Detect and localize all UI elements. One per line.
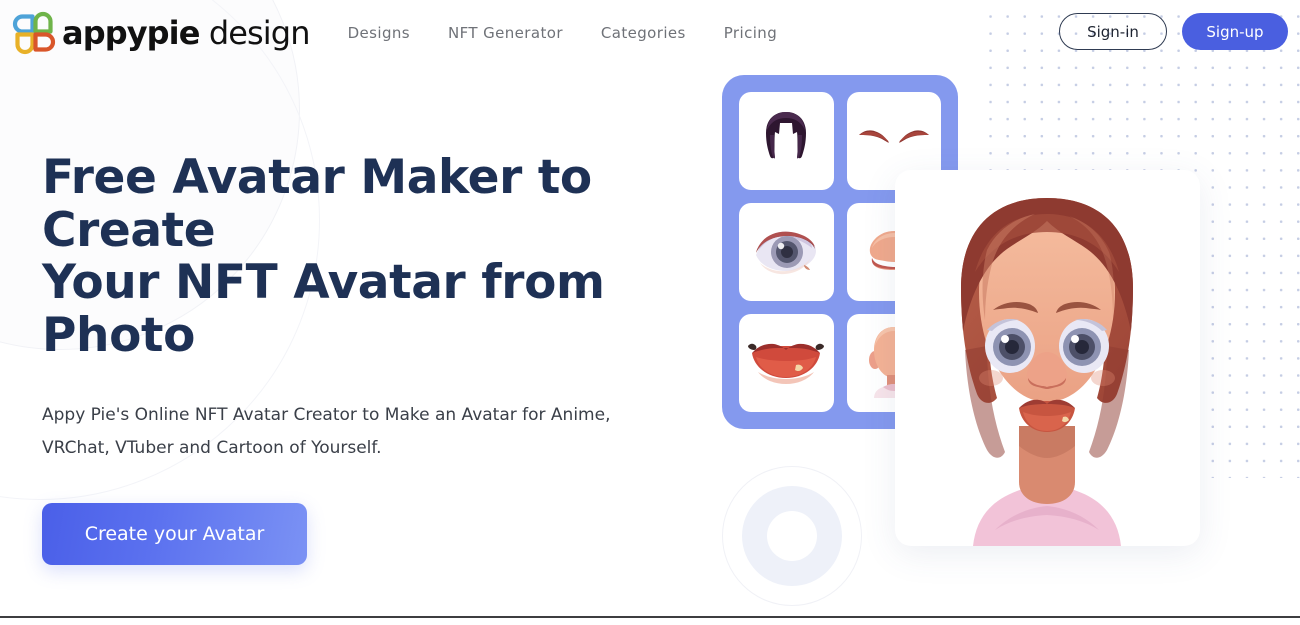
hair-icon: [749, 102, 823, 181]
mouth-tile[interactable]: [739, 314, 834, 412]
hero-subtitle-line-1: Appy Pie's Online NFT Avatar Creator to …: [42, 404, 611, 425]
hero-title: Free Avatar Maker to Create Your NFT Ava…: [42, 150, 662, 363]
nav-item-nft-generator[interactable]: NFT Generator: [448, 24, 563, 42]
sign-up-button[interactable]: Sign-up: [1182, 13, 1288, 50]
nav-item-pricing[interactable]: Pricing: [724, 24, 777, 42]
hero-subtitle-line-2: VRChat, VTuber and Cartoon of Yourself.: [42, 437, 382, 458]
main-navigation: Designs NFT Generator Categories Pricing: [348, 24, 778, 42]
auth-buttons: Sign-in Sign-up: [1059, 13, 1288, 50]
hero-subtitle: Appy Pie's Online NFT Avatar Creator to …: [42, 399, 622, 465]
decorative-ring-hole: [767, 511, 817, 561]
avatar-preview-card: [895, 170, 1200, 546]
brand-name-light-text: design: [208, 14, 311, 52]
page-root: appypie design Designs NFT Generator Cat…: [0, 0, 1300, 625]
eye-tile[interactable]: [739, 203, 834, 301]
hero-title-line-1: Free Avatar Maker to Create: [42, 150, 592, 258]
appypie-pinwheel-logo-icon: [12, 11, 56, 55]
hair-tile[interactable]: [739, 92, 834, 190]
mouth-icon: [744, 336, 828, 391]
bottom-divider: [0, 616, 1300, 618]
sign-in-button[interactable]: Sign-in: [1059, 13, 1167, 50]
create-your-avatar-button[interactable]: Create your Avatar: [42, 502, 307, 565]
site-header: appypie design Designs NFT Generator Cat…: [0, 0, 1300, 66]
brand-name-bold: appypie: [62, 14, 200, 52]
brand-logo-link[interactable]: appypie design: [12, 11, 310, 55]
eyebrows-icon: [855, 119, 933, 164]
hero-text-block: Free Avatar Maker to Create Your NFT Ava…: [42, 150, 662, 565]
nav-item-categories[interactable]: Categories: [601, 24, 686, 42]
nav-item-designs[interactable]: Designs: [348, 24, 410, 42]
brand-name-light: [200, 14, 209, 52]
hero-title-line-2: Your NFT Avatar from Photo: [42, 255, 605, 363]
brand-name: appypie design: [62, 17, 310, 49]
eye-icon: [750, 221, 822, 284]
